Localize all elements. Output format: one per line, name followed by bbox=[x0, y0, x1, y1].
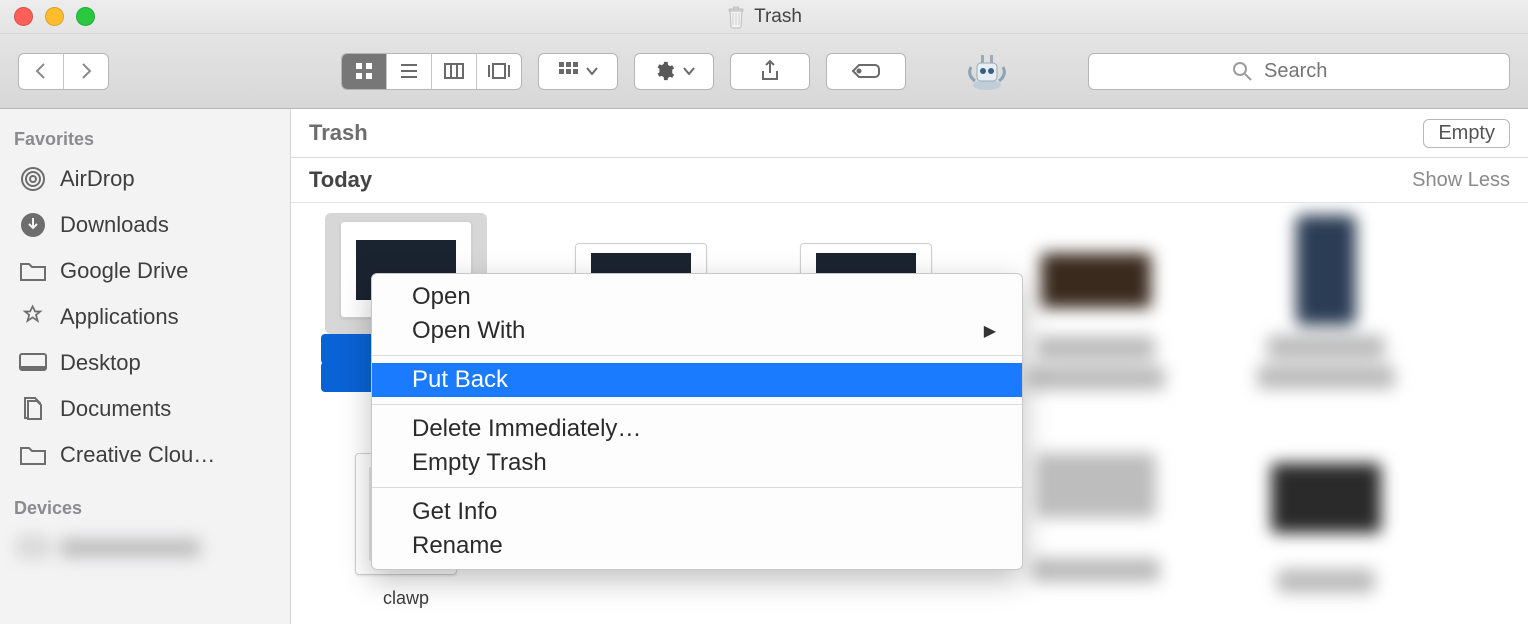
file-item[interactable] bbox=[1011, 233, 1181, 390]
file-thumbnail bbox=[1271, 463, 1381, 533]
documents-icon bbox=[18, 394, 48, 424]
sidebar-item-label: Applications bbox=[60, 304, 179, 330]
file-name-line2 bbox=[1027, 366, 1165, 390]
file-name bbox=[1277, 569, 1375, 593]
sidebar-item-documents[interactable]: Documents bbox=[0, 386, 290, 432]
automator-icon[interactable] bbox=[962, 46, 1012, 96]
file-name-line2 bbox=[1257, 365, 1395, 389]
device-icon bbox=[18, 533, 48, 563]
main-panel: Trash Empty Today Show Less ama 9.53. bbox=[291, 109, 1528, 624]
sidebar-item-label: Downloads bbox=[60, 212, 169, 238]
file-name: clawp bbox=[321, 583, 491, 613]
file-name bbox=[1037, 336, 1155, 360]
file-item[interactable] bbox=[1241, 463, 1411, 593]
file-name bbox=[1267, 335, 1385, 359]
search-input[interactable] bbox=[1262, 59, 1366, 84]
sidebar-item-device[interactable] bbox=[0, 525, 290, 571]
menu-separator bbox=[372, 487, 1022, 488]
submenu-arrow-icon: ▶ bbox=[984, 321, 996, 341]
sidebar: Favorites AirDrop Downloads Google Drive… bbox=[0, 109, 291, 624]
menu-item-get-info[interactable]: Get Info bbox=[372, 495, 1022, 529]
show-less-toggle[interactable]: Show Less bbox=[1412, 169, 1510, 192]
window-title: Trash bbox=[754, 6, 802, 28]
action-menu-button[interactable] bbox=[634, 53, 714, 90]
sidebar-item-label: Documents bbox=[60, 396, 171, 422]
path-bar: Trash Empty bbox=[291, 109, 1528, 158]
sidebar-item-label: Creative Clou… bbox=[60, 442, 215, 468]
menu-item-delete-immediately[interactable]: Delete Immediately… bbox=[372, 412, 1022, 446]
menu-separator bbox=[372, 355, 1022, 356]
file-item[interactable] bbox=[1011, 453, 1181, 582]
file-name bbox=[1032, 558, 1160, 582]
context-menu: Open Open With ▶ Put Back Delete Immedia… bbox=[371, 273, 1023, 570]
folder-icon bbox=[18, 440, 48, 470]
back-button[interactable] bbox=[19, 54, 64, 89]
airdrop-icon bbox=[18, 164, 48, 194]
empty-trash-button[interactable]: Empty bbox=[1423, 119, 1510, 148]
sidebar-item-desktop[interactable]: Desktop bbox=[0, 340, 290, 386]
sidebar-item-googledrive[interactable]: Google Drive bbox=[0, 248, 290, 294]
file-item[interactable] bbox=[1241, 215, 1411, 389]
menu-separator bbox=[372, 404, 1022, 405]
icon-view-button[interactable] bbox=[342, 54, 387, 89]
section-title: Today bbox=[309, 167, 372, 193]
trash-icon bbox=[726, 5, 746, 29]
search-icon bbox=[1232, 61, 1252, 81]
sidebar-item-creativecloud[interactable]: Creative Clou… bbox=[0, 432, 290, 478]
share-button[interactable] bbox=[730, 53, 810, 90]
sidebar-item-applications[interactable]: Applications bbox=[0, 294, 290, 340]
sidebar-item-label: Desktop bbox=[60, 350, 141, 376]
sidebar-item-downloads[interactable]: Downloads bbox=[0, 202, 290, 248]
downloads-icon bbox=[18, 210, 48, 240]
gallery-view-button[interactable] bbox=[477, 54, 521, 89]
menu-item-rename[interactable]: Rename bbox=[372, 529, 1022, 563]
section-header: Today Show Less bbox=[291, 158, 1528, 203]
desktop-icon bbox=[18, 348, 48, 378]
sidebar-section-devices: Devices bbox=[0, 492, 290, 525]
menu-item-put-back[interactable]: Put Back bbox=[372, 363, 1022, 397]
sidebar-item-label: AirDrop bbox=[60, 166, 135, 192]
sidebar-item-label bbox=[60, 539, 200, 557]
tags-button[interactable] bbox=[826, 53, 906, 90]
titlebar: Trash bbox=[0, 0, 1528, 34]
toolbar bbox=[0, 34, 1528, 109]
search-field[interactable] bbox=[1088, 53, 1510, 90]
sidebar-item-airdrop[interactable]: AirDrop bbox=[0, 156, 290, 202]
file-thumbnail bbox=[1031, 233, 1161, 328]
view-mode-group bbox=[341, 53, 522, 90]
file-grid[interactable]: ama 9.53. bbox=[291, 203, 1528, 624]
file-thumbnail bbox=[1036, 453, 1156, 518]
column-view-button[interactable] bbox=[432, 54, 477, 89]
window-title-container: Trash bbox=[0, 5, 1528, 29]
folder-icon bbox=[18, 256, 48, 286]
list-view-button[interactable] bbox=[387, 54, 432, 89]
menu-item-empty-trash[interactable]: Empty Trash bbox=[372, 446, 1022, 480]
menu-item-open-with[interactable]: Open With ▶ bbox=[372, 314, 1022, 348]
applications-icon bbox=[18, 302, 48, 332]
sidebar-section-favorites: Favorites bbox=[0, 123, 290, 156]
forward-button[interactable] bbox=[64, 54, 108, 89]
nav-group bbox=[18, 53, 109, 90]
sidebar-item-label: Google Drive bbox=[60, 258, 188, 284]
menu-item-open[interactable]: Open bbox=[372, 280, 1022, 314]
file-thumbnail bbox=[1296, 215, 1356, 325]
location-label: Trash bbox=[309, 120, 368, 146]
arrange-button[interactable] bbox=[538, 53, 618, 90]
